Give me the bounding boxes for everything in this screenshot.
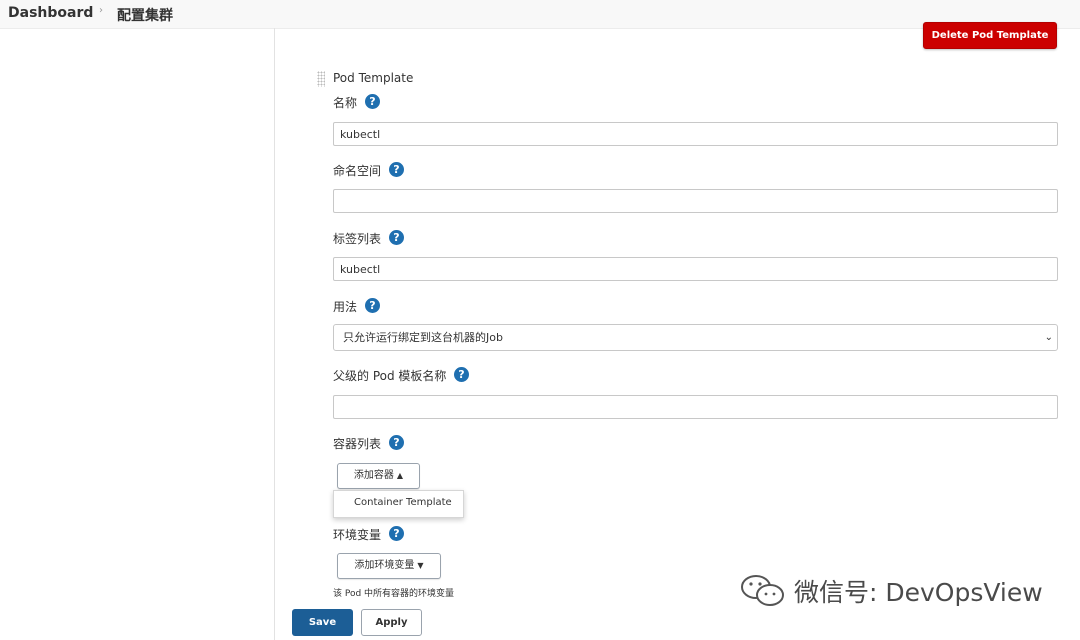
- apply-button[interactable]: Apply: [361, 609, 422, 636]
- labels-input[interactable]: kubectl: [333, 257, 1058, 281]
- save-button[interactable]: Save: [292, 609, 353, 636]
- drag-handle-icon[interactable]: [317, 71, 325, 87]
- add-container-button[interactable]: 添加容器 ▲: [337, 463, 420, 489]
- watermark-text: 微信号: DevOpsView: [794, 578, 1043, 607]
- namespace-label: 命名空间: [333, 164, 382, 178]
- namespace-input[interactable]: [333, 189, 1058, 213]
- wechat-logo-icon: [741, 575, 784, 606]
- add-env-var-label: 添加环境变量: [354, 560, 415, 571]
- name-label: 名称: [333, 96, 358, 110]
- namespace-help-icon[interactable]: ?: [389, 162, 404, 177]
- add-container-label: 添加容器: [353, 470, 394, 481]
- name-input[interactable]: kubectl: [333, 122, 1058, 146]
- caret-down-icon: ▼: [417, 561, 424, 570]
- caret-up-icon: ▲: [396, 471, 404, 480]
- breadcrumb-current-page[interactable]: 配置集群: [117, 5, 173, 25]
- containers-help-icon[interactable]: ?: [389, 435, 404, 450]
- sidebar-divider: [274, 28, 275, 640]
- usage-help-icon[interactable]: ?: [365, 298, 380, 313]
- usage-label: 用法: [333, 300, 358, 314]
- labels-help-icon[interactable]: ?: [389, 230, 404, 245]
- env-vars-description: 该 Pod 中所有容器的环境变量: [333, 589, 455, 599]
- containers-label: 容器列表: [333, 437, 382, 451]
- env-vars-help-icon[interactable]: ?: [389, 526, 404, 541]
- delete-pod-template-button[interactable]: Delete Pod Template: [923, 22, 1057, 49]
- breadcrumb-dashboard-link[interactable]: Dashboard: [8, 5, 93, 21]
- env-vars-label: 环境变量: [333, 528, 382, 542]
- parent-template-label: 父级的 Pod 模板名称: [333, 369, 447, 383]
- breadcrumb-bar: Dashboard › 配置集群: [0, 0, 1080, 29]
- labels-label: 标签列表: [333, 232, 382, 246]
- parent-template-input[interactable]: [333, 395, 1058, 419]
- menu-item-container-template[interactable]: Container Template: [354, 497, 452, 508]
- add-env-var-button[interactable]: 添加环境变量 ▼: [337, 553, 441, 579]
- name-help-icon[interactable]: ?: [365, 94, 380, 109]
- parent-template-help-icon[interactable]: ?: [454, 367, 469, 382]
- section-title: Pod Template: [333, 71, 414, 85]
- usage-select-value: 只允许运行绑定到这台机器的Job: [343, 331, 503, 344]
- chevron-down-icon: ⌄: [1044, 332, 1053, 343]
- add-container-menu: Container Template: [333, 490, 464, 518]
- usage-select[interactable]: 只允许运行绑定到这台机器的Job ⌄: [333, 324, 1058, 351]
- breadcrumb-separator-icon: ›: [99, 5, 103, 16]
